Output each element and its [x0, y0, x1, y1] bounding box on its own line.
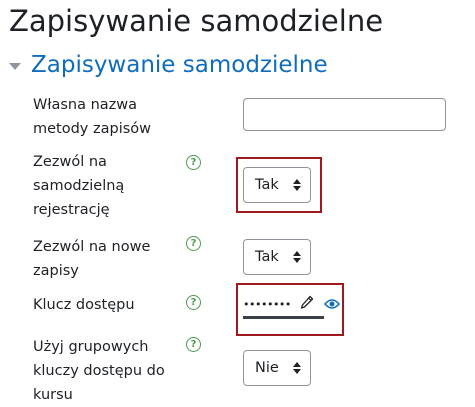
allow-new-enrol-label: Zezwól na nowe zapisy — [33, 239, 151, 279]
enrol-key-label: Klucz dostępu — [33, 297, 135, 313]
select-arrows-icon — [293, 251, 301, 263]
select-arrows-icon — [293, 179, 301, 191]
pencil-icon[interactable] — [300, 295, 314, 311]
help-icon[interactable]: ? — [186, 155, 201, 170]
help-icon[interactable]: ? — [186, 236, 201, 251]
select-arrows-icon — [293, 362, 301, 374]
group-keys-value: Nie — [255, 360, 279, 376]
section-header[interactable]: Zapisywanie samodzielne — [9, 52, 328, 78]
page-title: Zapisywanie samodzielne — [9, 4, 384, 38]
help-icon[interactable]: ? — [186, 295, 201, 310]
chevron-down-icon[interactable] — [9, 62, 21, 70]
allow-self-enrol-value: Tak — [255, 177, 279, 193]
allow-new-enrol-select[interactable]: Tak — [243, 239, 311, 275]
group-keys-label: Użyj grupowych kluczy dostępu do kursu — [33, 339, 165, 403]
enrol-key-underline — [243, 316, 324, 319]
allow-self-enrol-label: Zezwól na samodzielną rejestrację — [33, 154, 125, 218]
section-title[interactable]: Zapisywanie samodzielne — [31, 52, 328, 78]
allow-new-enrol-value: Tak — [255, 249, 279, 265]
method-name-input[interactable] — [243, 98, 446, 131]
method-name-label: Własna nazwa metody zapisów — [33, 97, 152, 137]
allow-self-enrol-select[interactable]: Tak — [243, 167, 311, 203]
eye-icon[interactable] — [324, 298, 340, 310]
help-icon[interactable]: ? — [186, 337, 201, 352]
group-keys-select[interactable]: Nie — [243, 350, 311, 386]
enrol-key-masked-value: •••••••• — [243, 298, 291, 311]
enrol-key-field[interactable]: •••••••• — [243, 291, 324, 318]
